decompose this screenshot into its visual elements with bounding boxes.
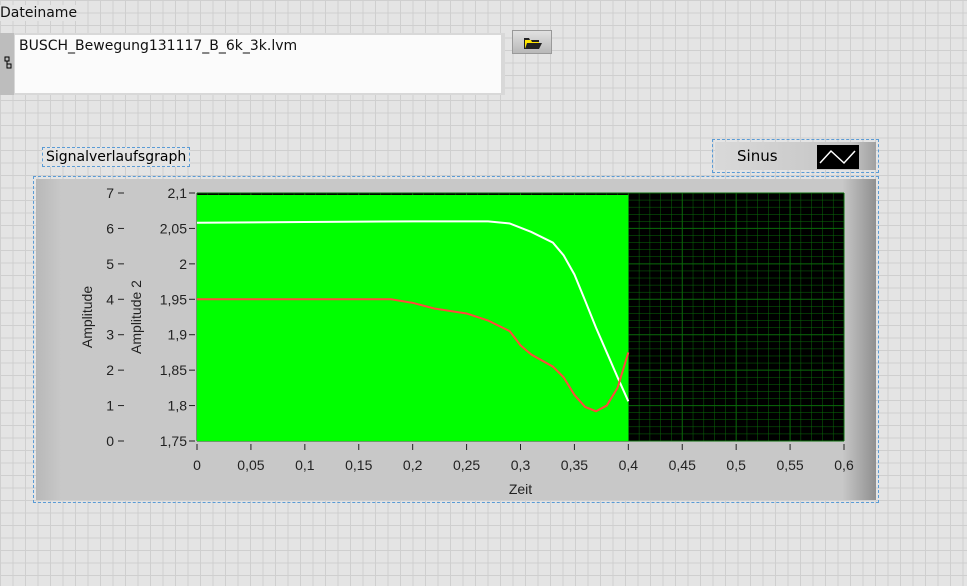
x-tick-label: 0,4 xyxy=(619,457,639,473)
y-tick-label: 2 xyxy=(106,362,114,378)
plot-legend[interactable]: Sinus xyxy=(712,139,879,173)
y2-tick-label: 2,05 xyxy=(160,220,187,236)
graph-label: Signalverlaufsgraph xyxy=(42,147,191,167)
y2-tick-label: 1,85 xyxy=(160,362,187,378)
x-tick-label: 0,3 xyxy=(511,457,531,473)
folder-open-icon xyxy=(524,38,542,49)
y-tick-label: 4 xyxy=(106,291,114,307)
x-tick-label: 0,05 xyxy=(237,457,264,473)
x-tick-label: 0,2 xyxy=(403,457,423,473)
y2-axis-title: Amplitude 2 xyxy=(128,280,144,354)
chart-svg: 0 0,05 0,1 0,15 0,2 0,25 0,3 0,35 0,4 0,45 0,5 0,55… xyxy=(79,185,854,497)
file-path-control[interactable]: BUSCH_Bewegung131117_B_6k_3k.lvm xyxy=(0,33,505,95)
browse-button[interactable] xyxy=(512,30,552,54)
legend-plot-name: Sinus xyxy=(737,147,778,165)
y-tick-label: 7 xyxy=(106,185,114,201)
y2-tick-label: 1,75 xyxy=(160,433,187,449)
x-axis-title: Zeit xyxy=(509,481,532,497)
x-tick-label: 0,5 xyxy=(726,457,746,473)
y2-tick-label: 1,95 xyxy=(160,291,187,307)
x-tick-label: 0,25 xyxy=(453,457,480,473)
path-type-icon xyxy=(0,33,14,95)
series-fill-sinus xyxy=(197,195,629,441)
x-tick-label: 0,45 xyxy=(669,457,696,473)
x-tick-label: 0,6 xyxy=(834,457,854,473)
sine-line-icon xyxy=(817,145,859,169)
x-tick-label: 0,35 xyxy=(561,457,588,473)
x-tick-label: 0,15 xyxy=(345,457,372,473)
y-tick-label: 3 xyxy=(106,327,114,343)
x-tick-label: 0,55 xyxy=(776,457,803,473)
y-tick-label: 0 xyxy=(106,433,114,449)
y2-tick-label: 2 xyxy=(179,256,187,272)
y2-tick-label: 1,8 xyxy=(168,398,188,414)
y-tick-label: 1 xyxy=(106,398,114,414)
file-path-label: Dateiname xyxy=(0,5,78,21)
y-axis-title: Amplitude xyxy=(79,286,95,348)
y-tick-label: 6 xyxy=(106,220,114,236)
x-tick-label: 0 xyxy=(193,457,201,473)
file-path-input[interactable]: BUSCH_Bewegung131117_B_6k_3k.lvm xyxy=(15,35,501,93)
x-tick-label: 0,1 xyxy=(295,457,315,473)
y2-tick-label: 2,1 xyxy=(168,185,188,201)
y2-tick-label: 1,9 xyxy=(168,327,188,343)
waveform-graph[interactable]: 0 0,05 0,1 0,15 0,2 0,25 0,3 0,35 0,4 0,45 0,5 0,55… xyxy=(33,176,879,503)
y-tick-label: 5 xyxy=(106,256,114,272)
